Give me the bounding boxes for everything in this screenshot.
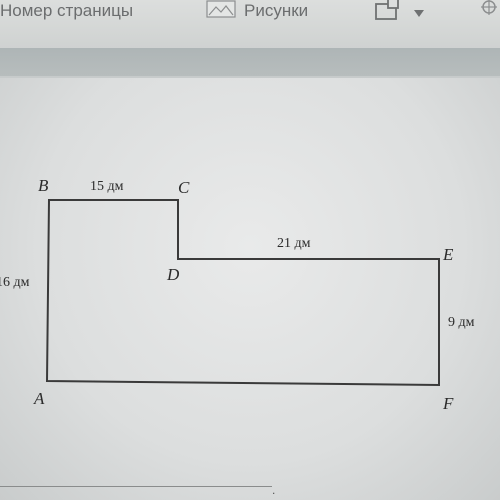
figure-diagram: B C D E A F 15 дм 21 дм 16 дм 9 дм	[0, 176, 475, 413]
vertex-label-d: D	[166, 265, 180, 284]
vertex-label-b: B	[38, 176, 49, 195]
dimension-label-de: 21 дм	[277, 236, 311, 251]
figure-outline	[45, 199, 440, 387]
dimension-label-ab: 16 дм	[0, 275, 30, 290]
answer-dot: .	[272, 483, 276, 497]
vertex-label-f: F	[442, 394, 454, 413]
vertex-label-e: E	[442, 245, 454, 264]
vertex-label-a: A	[33, 389, 45, 408]
vertex-label-c: C	[178, 178, 190, 197]
answer-line[interactable]	[0, 486, 272, 487]
dimension-label-bc: 15 дм	[90, 179, 124, 194]
dimension-label-ef: 9 дм	[448, 315, 475, 330]
